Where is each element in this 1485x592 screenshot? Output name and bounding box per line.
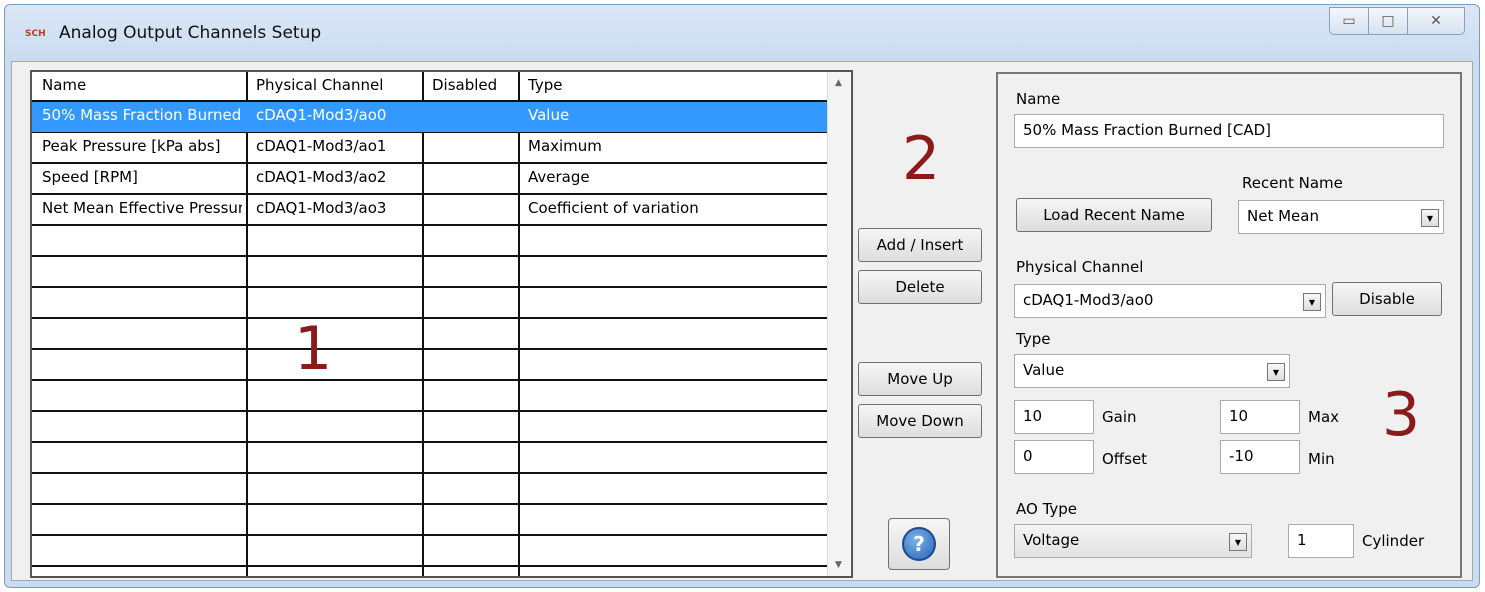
maximize-icon: □ [1381,13,1395,29]
offset-label: Offset [1102,450,1148,468]
close-icon: ✕ [1430,13,1442,29]
table-cell-channel: cDAQ1-Mod3/ao2 [256,168,387,186]
column-header-type[interactable]: Type [528,76,562,94]
recent-name-label: Recent Name [1242,174,1343,192]
window-title: Analog Output Channels Setup [59,23,322,43]
maximize-button[interactable]: □ [1368,7,1408,35]
row-divider [32,348,827,350]
window-controls: ▭ □ ✕ [1329,7,1465,35]
column-header-physical-channel[interactable]: Physical Channel [256,76,383,94]
recent-name-select[interactable]: Net Mean ▼ [1238,200,1444,234]
table-cell-type: Maximum [528,137,602,155]
disable-button[interactable]: Disable [1332,282,1442,316]
annotation-2: 2 [902,124,941,194]
row-divider [32,410,827,412]
load-recent-name-button[interactable]: Load Recent Name [1016,198,1212,232]
row-divider [32,317,827,319]
row-divider [32,565,827,567]
table-cell-channel: cDAQ1-Mod3/ao3 [256,199,387,217]
row-divider [32,503,827,505]
max-label: Max [1308,408,1340,426]
max-field[interactable]: 10 [1220,400,1300,434]
title-bar[interactable]: SCH Analog Output Channels Setup ▭ □ ✕ [5,5,1479,61]
name-label: Name [1016,90,1061,108]
min-label: Min [1308,450,1335,468]
offset-field[interactable]: 0 [1014,440,1094,474]
recent-name-value: Net Mean [1247,207,1319,225]
delete-button[interactable]: Delete [858,270,982,304]
channel-settings-panel: Name 50% Mass Fraction Burned [CAD] Rece… [996,72,1462,578]
table-grid: Name Physical Channel Disabled Type 50% … [32,72,827,576]
table-row[interactable]: Speed [RPM] cDAQ1-Mod3/ao2 Average [32,164,827,194]
annotation-1: 1 [294,314,333,384]
table-cell-name: Peak Pressure [kPa abs] [42,137,221,155]
row-divider [32,534,827,536]
column-header-disabled[interactable]: Disabled [432,76,497,94]
ao-type-value: Voltage [1023,531,1080,549]
physical-channel-select[interactable]: cDAQ1-Mod3/ao0 ▼ [1014,284,1326,318]
gain-field[interactable]: 10 [1014,400,1094,434]
move-up-button[interactable]: Move Up [858,362,982,396]
scroll-down-icon[interactable]: ▼ [835,560,842,570]
close-button[interactable]: ✕ [1407,7,1465,35]
table-cell-name: Net Mean Effective Pressure [42,199,242,217]
help-button[interactable]: ? [888,518,950,570]
ao-type-label: AO Type [1016,500,1078,518]
app-window: SCH Analog Output Channels Setup ▭ □ ✕ N… [4,4,1480,588]
help-icon: ? [902,527,936,561]
table-cell-type: Value [528,106,570,124]
row-divider [32,286,827,288]
table-cell-type: Coefficient of variation [528,199,699,217]
add-insert-button[interactable]: Add / Insert [858,228,982,262]
name-field[interactable]: 50% Mass Fraction Burned [CAD] [1014,114,1444,148]
chevron-down-icon[interactable]: ▼ [1421,209,1439,227]
row-divider [32,379,827,381]
gain-label: Gain [1102,408,1137,426]
table-cell-name: Speed [RPM] [42,168,138,186]
scroll-up-icon[interactable]: ▲ [835,78,842,88]
table-cell-name: 50% Mass Fraction Burned [CAD] [42,106,242,124]
row-divider [32,255,827,257]
minimize-icon: ▭ [1342,13,1356,29]
physical-channel-value: cDAQ1-Mod3/ao0 [1023,291,1154,309]
table-cell-channel: cDAQ1-Mod3/ao0 [256,106,387,124]
chevron-down-icon[interactable]: ▼ [1303,293,1321,311]
chevron-down-icon[interactable]: ▼ [1229,533,1247,551]
table-cell-type: Average [528,168,590,186]
table-scrollbar[interactable]: ▲ ▼ [827,72,851,576]
type-select[interactable]: Value ▼ [1014,354,1290,388]
minimize-button[interactable]: ▭ [1329,7,1369,35]
client-area: Name Physical Channel Disabled Type 50% … [11,61,1473,581]
annotation-3: 3 [1382,380,1421,450]
column-header-name[interactable]: Name [42,76,86,94]
app-logo-icon: SCH [25,29,46,39]
table-cell-channel: cDAQ1-Mod3/ao1 [256,137,387,155]
row-divider [32,441,827,443]
table-row[interactable]: 50% Mass Fraction Burned [CAD] cDAQ1-Mod3… [32,102,827,132]
cylinder-label: Cylinder [1362,532,1425,550]
physical-channel-label: Physical Channel [1016,258,1144,276]
row-divider [32,472,827,474]
type-label: Type [1016,330,1051,348]
ao-type-select[interactable]: Voltage ▼ [1014,524,1252,558]
cylinder-field[interactable]: 1 [1288,524,1354,558]
type-value: Value [1023,361,1065,379]
table-row[interactable]: Peak Pressure [kPa abs] cDAQ1-Mod3/ao1 Max… [32,133,827,163]
min-field[interactable]: -10 [1220,440,1300,474]
move-down-button[interactable]: Move Down [858,404,982,438]
chevron-down-icon[interactable]: ▼ [1267,363,1285,381]
table-row[interactable]: Net Mean Effective Pressure cDAQ1-Mod3/ao… [32,195,827,225]
channel-table[interactable]: Name Physical Channel Disabled Type 50% … [30,70,853,578]
